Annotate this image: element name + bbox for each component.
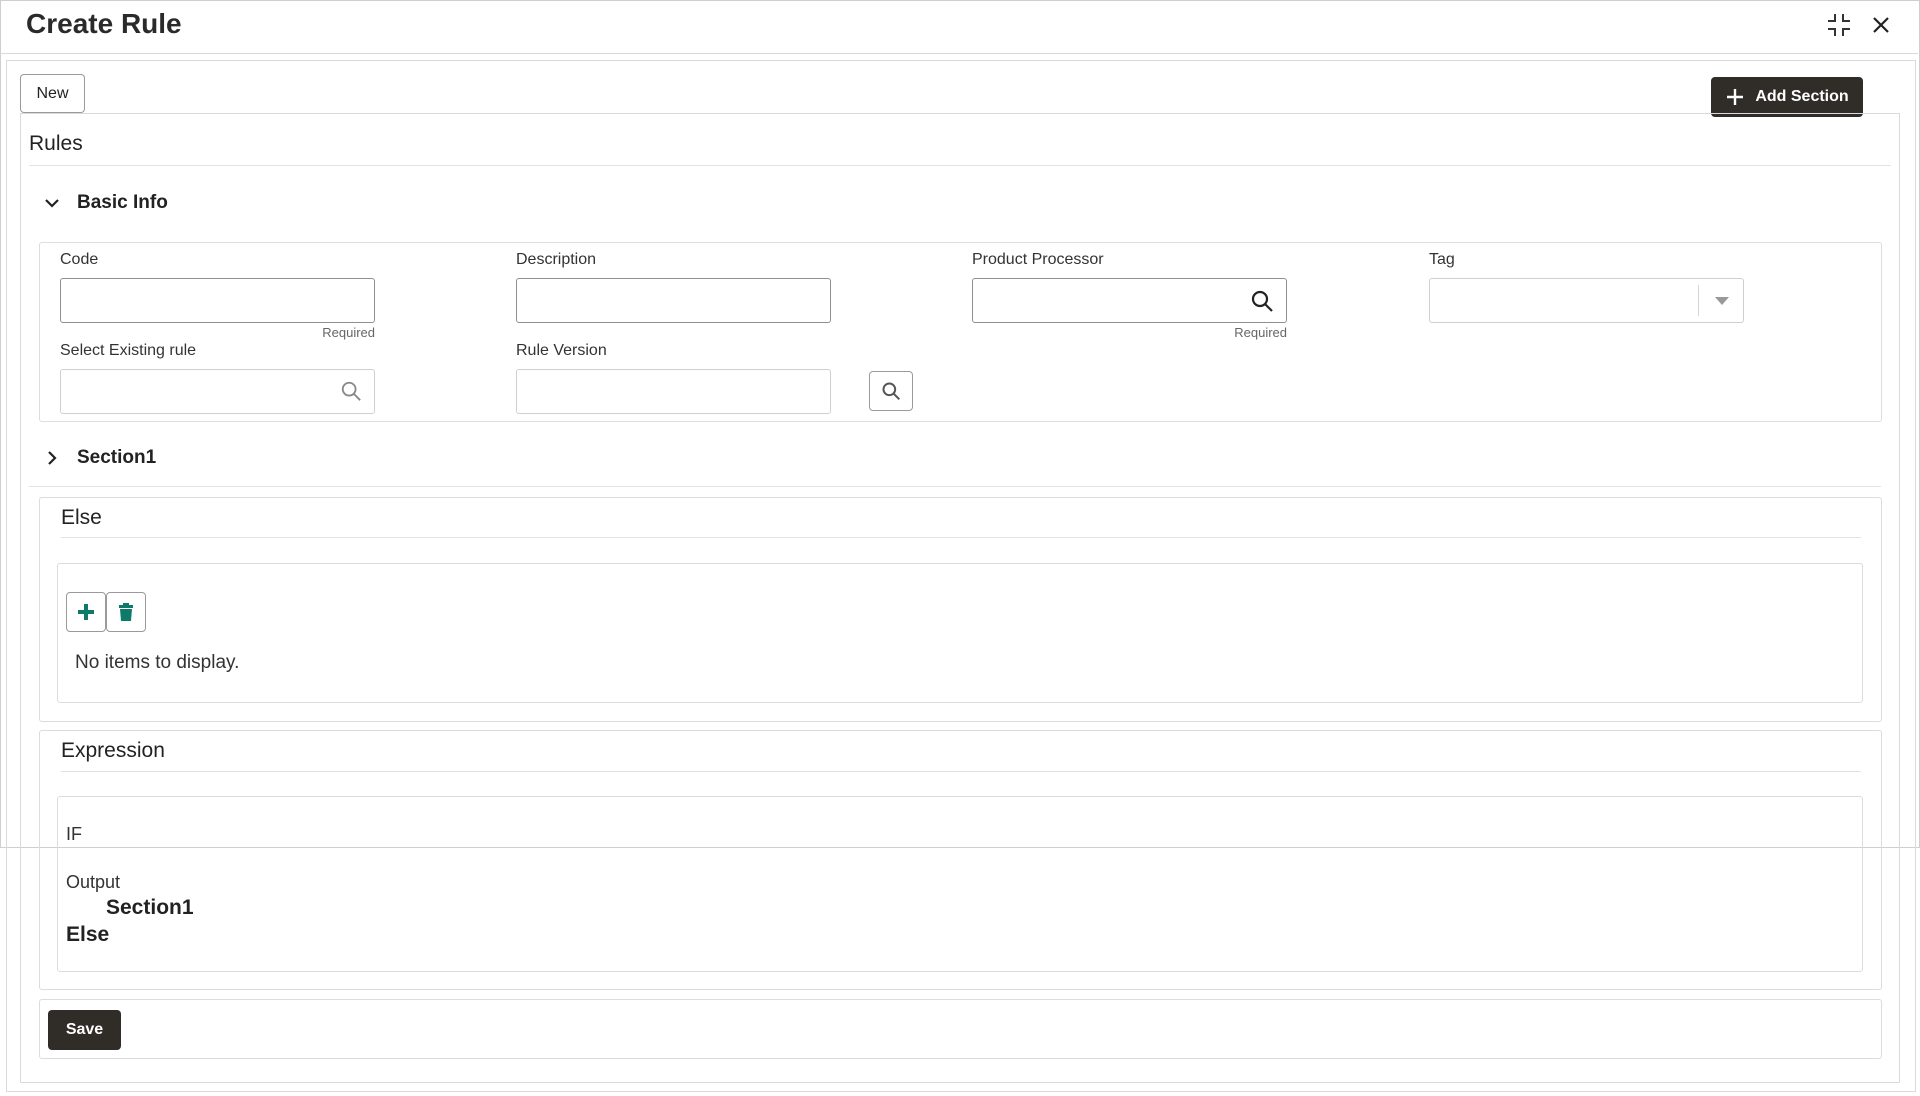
product-processor-field[interactable] — [972, 278, 1287, 323]
else-divider — [61, 537, 1861, 538]
else-list-container — [57, 563, 1863, 703]
rules-divider — [29, 165, 1891, 166]
footer-bar — [39, 999, 1882, 1059]
product-processor-label: Product Processor — [972, 251, 1104, 268]
else-title: Else — [61, 506, 102, 529]
select-existing-rule-field[interactable] — [60, 369, 375, 414]
section1-title: Section1 — [77, 447, 157, 468]
trash-icon — [119, 603, 133, 621]
description-field[interactable] — [516, 278, 831, 323]
rule-version-label: Rule Version — [516, 342, 607, 359]
tag-label: Tag — [1429, 251, 1455, 268]
close-icon[interactable] — [1864, 8, 1898, 42]
basic-info-title: Basic Info — [77, 192, 168, 213]
delete-row-button[interactable] — [106, 592, 146, 632]
rule-version-search-button[interactable] — [869, 371, 913, 411]
expression-divider — [61, 771, 1861, 772]
minimize-icon[interactable] — [1822, 8, 1856, 42]
search-icon[interactable] — [340, 380, 362, 402]
tag-select[interactable] — [1429, 278, 1744, 323]
plus-icon — [78, 604, 94, 620]
empty-state-text: No items to display. — [75, 652, 240, 673]
chevron-down-icon — [45, 199, 59, 208]
expression-title: Expression — [61, 739, 165, 762]
rule-version-field[interactable] — [516, 369, 831, 414]
plus-icon — [1727, 89, 1744, 105]
expression-section1-item: Section1 — [106, 896, 194, 919]
header-divider — [0, 53, 1918, 54]
search-icon[interactable] — [1250, 289, 1274, 313]
add-row-button[interactable] — [66, 592, 106, 632]
save-button[interactable]: Save — [48, 1010, 121, 1050]
description-label: Description — [516, 251, 597, 268]
tag-select-divider — [1698, 285, 1699, 316]
code-field[interactable] — [60, 278, 375, 323]
chevron-down-icon — [1715, 297, 1729, 305]
expression-body — [57, 796, 1863, 972]
new-button[interactable]: New — [20, 74, 85, 113]
select-existing-rule-label: Select Existing rule — [60, 342, 197, 359]
code-label: Code — [60, 251, 99, 268]
add-section-label: Add Section — [1755, 88, 1849, 105]
basic-info-header[interactable]: Basic Info — [43, 192, 168, 214]
chevron-right-icon — [48, 451, 57, 465]
add-section-button[interactable]: Add Section — [1711, 77, 1863, 117]
section1-divider — [29, 486, 1881, 487]
code-required-hint: Required — [322, 325, 375, 340]
section1-header[interactable]: Section1 — [43, 447, 156, 469]
rules-title: Rules — [29, 132, 83, 155]
expression-else-item: Else — [66, 923, 110, 946]
search-icon — [882, 382, 901, 401]
if-label: IF — [66, 824, 82, 844]
dialog-title: Create Rule — [26, 8, 182, 39]
product-processor-required-hint: Required — [1234, 325, 1287, 340]
output-label: Output — [66, 872, 121, 892]
